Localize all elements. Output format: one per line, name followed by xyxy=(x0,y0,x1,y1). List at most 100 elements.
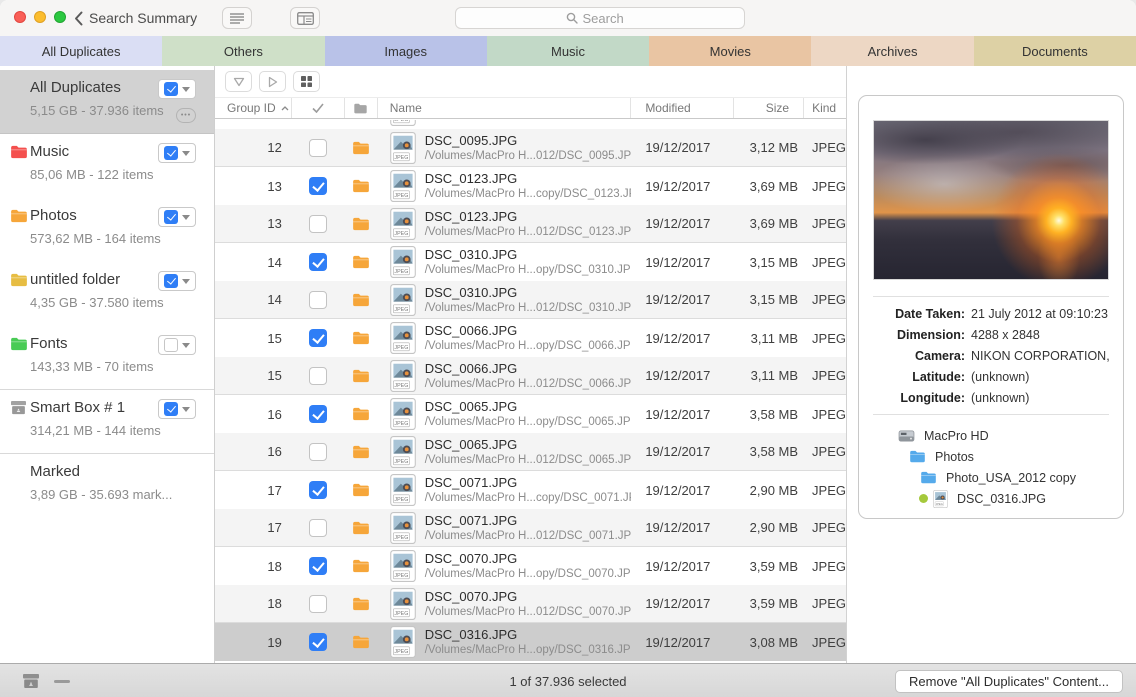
more-options-button[interactable] xyxy=(176,108,196,123)
column-header-size[interactable]: Size xyxy=(734,98,805,118)
reveal-folder-icon[interactable] xyxy=(352,483,370,497)
checkbox-checked-icon[interactable] xyxy=(309,177,328,195)
checkbox-unchecked-icon[interactable] xyxy=(309,366,328,385)
reveal-folder-icon[interactable] xyxy=(352,521,370,535)
column-header-name[interactable]: Name xyxy=(378,98,632,118)
checkbox-unchecked-icon[interactable] xyxy=(164,338,178,352)
sidebar-checkbox-control[interactable] xyxy=(158,79,196,99)
reveal-folder-icon[interactable] xyxy=(352,407,370,421)
reveal-folder-icon[interactable] xyxy=(352,217,370,231)
column-header-folder[interactable] xyxy=(345,98,378,118)
tree-item-photos[interactable]: Photos xyxy=(859,446,1117,467)
checkbox-checked-icon[interactable] xyxy=(309,481,328,499)
search-field[interactable] xyxy=(455,7,745,29)
back-button[interactable]: Search Summary xyxy=(74,0,197,36)
search-input[interactable] xyxy=(582,10,635,26)
tab-music[interactable]: Music xyxy=(486,36,650,66)
tab-movies[interactable]: Movies xyxy=(649,36,812,66)
reveal-folder-icon[interactable] xyxy=(352,179,370,193)
table-row[interactable]: 18 JPEG DSC_0070.JPG/Volumes/MacPro H...op… xyxy=(215,547,846,585)
sidebar-item-untitled-folder[interactable]: untitled folder 4,35 GB - 37.580 items xyxy=(0,262,214,326)
sidebar-item-music[interactable]: Music 85,06 MB - 122 items xyxy=(0,134,214,198)
sidebar-checkbox-control[interactable] xyxy=(158,399,196,419)
tab-documents[interactable]: Documents xyxy=(973,36,1136,66)
cell-folder xyxy=(345,141,378,155)
table-row[interactable]: 12 JPEG DSC_0095.JPG/Volumes/MacPro H...01… xyxy=(215,129,846,167)
table-row[interactable]: 17 JPEG DSC_0071.JPG/Volumes/MacPro H...01… xyxy=(215,509,846,547)
checkbox-checked-icon[interactable] xyxy=(164,274,178,288)
table-row[interactable]: 13 JPEG DSC_0123.JPG/Volumes/MacPro H...co… xyxy=(215,167,846,205)
table-row[interactable]: 15 JPEG DSC_0066.JPG/Volumes/MacPro H...op… xyxy=(215,319,846,357)
table-row-partial[interactable]: JPEG/Volumes/MacPro H...opy/DSC_0095.JPG xyxy=(215,120,846,129)
checkbox-unchecked-icon[interactable] xyxy=(309,442,328,461)
checkbox-checked-icon[interactable] xyxy=(309,405,328,423)
table-row[interactable]: 13 JPEG DSC_0123.JPG/Volumes/MacPro H...01… xyxy=(215,205,846,243)
table-row[interactable]: 19 JPEG DSC_0316.JPG/Volumes/MacPro H...op… xyxy=(215,623,846,661)
tab-all-duplicates[interactable]: All Duplicates xyxy=(0,36,163,66)
tab-images[interactable]: Images xyxy=(324,36,487,66)
checkbox-unchecked-icon[interactable] xyxy=(309,290,328,309)
table-row[interactable]: 16 JPEG DSC_0065.JPG/Volumes/MacPro H...op… xyxy=(215,395,846,433)
reveal-folder-icon[interactable] xyxy=(352,141,370,155)
cell-name: JPEG DSC_0316.JPG/Volumes/MacPro H...opy/… xyxy=(378,626,631,658)
tab-others[interactable]: Others xyxy=(162,36,325,66)
column-header-modified[interactable]: Modified xyxy=(631,98,735,118)
checkbox-checked-icon[interactable] xyxy=(309,633,328,651)
photo-preview[interactable] xyxy=(873,120,1109,280)
sidebar-item-photos[interactable]: Photos 573,62 MB - 164 items xyxy=(0,198,214,262)
remove-duplicates-button[interactable]: Remove "All Duplicates" Content... xyxy=(895,670,1123,693)
table-row[interactable]: 17 JPEG DSC_0071.JPG/Volumes/MacPro H...co… xyxy=(215,471,846,509)
checkbox-checked-icon[interactable] xyxy=(164,146,178,160)
table-row[interactable]: 15 JPEG DSC_0066.JPG/Volumes/MacPro H...01… xyxy=(215,357,846,395)
minimize-window-button[interactable] xyxy=(34,11,46,23)
sidebar-checkbox-control[interactable] xyxy=(158,335,196,355)
table-row[interactable]: 16 JPEG DSC_0065.JPG/Volumes/MacPro H...01… xyxy=(215,433,846,471)
checkbox-checked-icon[interactable] xyxy=(309,557,328,575)
reveal-folder-icon[interactable] xyxy=(352,293,370,307)
cell-group-id: 16 xyxy=(267,444,282,459)
reveal-folder-icon[interactable] xyxy=(352,445,370,459)
checkbox-unchecked-icon[interactable] xyxy=(309,138,328,157)
tab-archives[interactable]: Archives xyxy=(811,36,974,66)
tree-item-photo-usa-2012-copy[interactable]: Photo_USA_2012 copy xyxy=(859,467,1117,488)
tree-item-dsc-0316-jpg[interactable]: JPEG DSC_0316.JPG xyxy=(859,488,1117,509)
sidebar-checkbox-control[interactable] xyxy=(158,271,196,291)
checkbox-unchecked-icon[interactable] xyxy=(309,214,328,233)
collapse-triangle-button[interactable] xyxy=(225,71,252,92)
column-header-kind[interactable]: Kind xyxy=(804,98,846,118)
checkbox-checked-icon[interactable] xyxy=(164,402,178,416)
reveal-folder-icon[interactable] xyxy=(352,635,370,649)
sidebar-checkbox-control[interactable] xyxy=(158,207,196,227)
cell-name: JPEG DSC_0065.JPG/Volumes/MacPro H...opy/… xyxy=(378,398,631,430)
sidebar-item-smart-box-1[interactable]: Smart Box # 1 314,21 MB - 144 items xyxy=(0,390,214,454)
list-view-button[interactable] xyxy=(222,7,252,29)
tree-item-macpro-hd[interactable]: MacPro HD xyxy=(859,425,1117,446)
checkbox-checked-icon[interactable] xyxy=(309,329,328,347)
reveal-folder-icon[interactable] xyxy=(352,369,370,383)
checkbox-unchecked-icon[interactable] xyxy=(309,518,328,537)
reveal-folder-icon[interactable] xyxy=(352,559,370,573)
checkbox-unchecked-icon[interactable] xyxy=(309,594,328,613)
sidebar-item-fonts[interactable]: Fonts 143,33 MB - 70 items xyxy=(0,326,214,390)
table-row[interactable]: 14 JPEG DSC_0310.JPG/Volumes/MacPro H...01… xyxy=(215,281,846,319)
preview-pane-button[interactable] xyxy=(290,7,320,29)
checkbox-checked-icon[interactable] xyxy=(164,210,178,224)
reveal-folder-icon[interactable] xyxy=(352,331,370,345)
table-row[interactable]: 18 JPEG DSC_0070.JPG/Volumes/MacPro H...01… xyxy=(215,585,846,623)
grid-view-button[interactable] xyxy=(293,71,320,92)
checkbox-checked-icon[interactable] xyxy=(309,253,328,271)
close-window-button[interactable] xyxy=(14,11,26,23)
column-header-group-id[interactable]: Group ID xyxy=(215,98,292,118)
reveal-folder-icon[interactable] xyxy=(352,255,370,269)
sidebar-checkbox-control[interactable] xyxy=(158,143,196,163)
reveal-folder-icon[interactable] xyxy=(352,597,370,611)
expand-triangle-button[interactable] xyxy=(259,71,286,92)
zoom-window-button[interactable] xyxy=(54,11,66,23)
sidebar-item-marked[interactable]: Marked 3,89 GB - 35.693 mark... xyxy=(0,454,214,518)
table-row[interactable]: 14 JPEG DSC_0310.JPG/Volumes/MacPro H...op… xyxy=(215,243,846,281)
cell-checkbox xyxy=(292,138,345,157)
checkbox-checked-icon[interactable] xyxy=(164,82,178,96)
column-header-checkmark[interactable] xyxy=(292,98,345,118)
cell-kind: JPEG xyxy=(812,482,846,498)
sidebar-item-all-duplicates[interactable]: All Duplicates5,15 GB - 37.936 items xyxy=(0,70,214,134)
